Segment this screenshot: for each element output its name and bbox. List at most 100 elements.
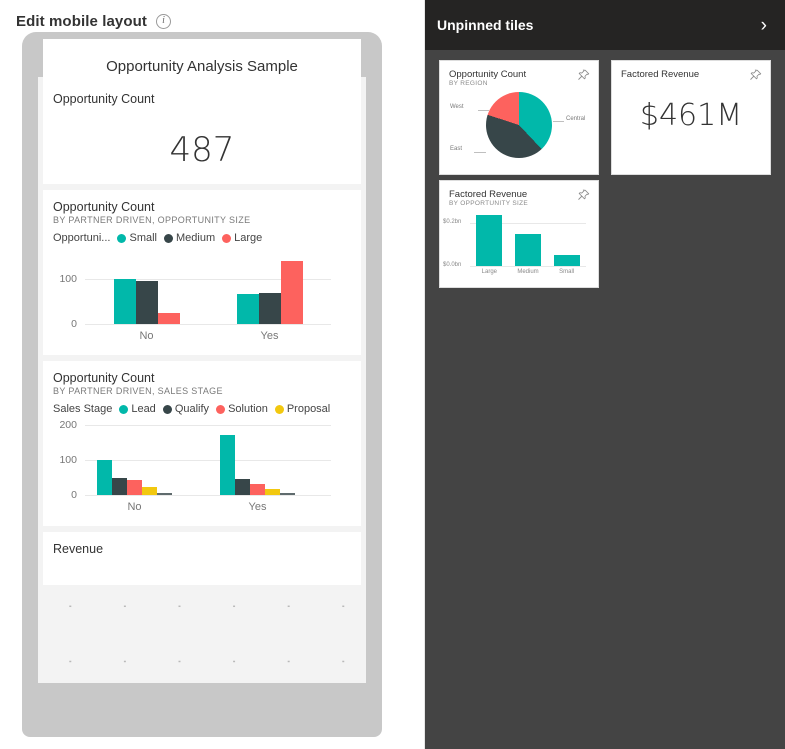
- tile-opportunity-count-by-size[interactable]: Opportunity Count BY PARTNER DRIVEN, OPP…: [43, 190, 361, 355]
- y-axis-tick-label: 100: [59, 273, 77, 286]
- tile-title: Opportunity Count: [53, 200, 155, 214]
- pie-chart-region: West Central East: [440, 88, 598, 174]
- x-axis-category-label: No: [139, 330, 154, 343]
- x-axis-category-label: Small: [559, 269, 575, 276]
- unpinned-tile-factored-revenue-by-size[interactable]: Factored Revenue BY OPPORTUNITY SIZE $0.…: [439, 180, 599, 288]
- panel-body: Opportunity Count BY REGION West Central…: [425, 50, 785, 288]
- chart-gridline: [85, 495, 331, 497]
- tile-title: Opportunity Count: [53, 92, 155, 106]
- editor-header: Edit mobile layout i: [0, 0, 424, 32]
- unpinned-tile-opportunity-count-by-region[interactable]: Opportunity Count BY REGION West Central…: [439, 60, 599, 175]
- unpinned-tile-title: Factored Revenue: [449, 189, 528, 200]
- legend-title: Sales Stage: [53, 403, 113, 416]
- phone-canvas[interactable]: Opportunity Analysis Sample Opportunity …: [38, 39, 366, 683]
- pie-label-east: East: [450, 146, 463, 153]
- bar-chart-opportunity-size: 0 100 No Yes: [43, 248, 343, 346]
- tile-subtitle: BY PARTNER DRIVEN, SALES STAGE: [53, 386, 223, 397]
- bar-proposal-yes[interactable]: [265, 489, 280, 496]
- legend-label: Solution: [228, 403, 268, 416]
- chart-legend: Opportuni... Small Medium Large: [43, 225, 361, 244]
- tile-opportunity-count-card[interactable]: Opportunity Count 487: [43, 82, 361, 184]
- chart-gridline: [470, 266, 586, 268]
- bar-chart-factored-revenue: $0.0bn $0.2bn Large Medium Small: [440, 208, 598, 280]
- legend-item-solution[interactable]: Solution: [216, 403, 268, 415]
- bar-medium-yes[interactable]: [258, 292, 281, 325]
- unpinned-tile-title: Factored Revenue: [621, 69, 700, 80]
- report-title-text: Opportunity Analysis Sample: [106, 58, 298, 75]
- bar-qualify-yes[interactable]: [235, 478, 250, 496]
- legend-swatch-qualify: [162, 404, 172, 414]
- y-axis-tick-label: $0.2bn: [443, 218, 462, 225]
- pie-leader-central: [553, 121, 564, 123]
- legend-swatch-small: [117, 233, 127, 243]
- unpinned-tile-header: Opportunity Count BY REGION: [440, 61, 598, 88]
- bar-lead-no[interactable]: [97, 460, 112, 496]
- pin-icon[interactable]: [749, 69, 762, 82]
- x-axis-category-label: Medium: [517, 269, 539, 276]
- legend-item-qualify[interactable]: Qualify: [162, 403, 209, 415]
- chart-gridline: [85, 425, 331, 427]
- legend-item-proposal[interactable]: Proposal: [274, 403, 331, 416]
- pie-slices: [486, 92, 552, 159]
- legend-label: Small: [129, 232, 157, 245]
- unpinned-tile-factored-revenue-card[interactable]: Factored Revenue $461M: [611, 60, 771, 175]
- y-axis-tick-label: 0: [71, 318, 77, 331]
- pie-label-central: Central: [566, 116, 586, 123]
- bar-medium[interactable]: [515, 233, 541, 267]
- tile-revenue[interactable]: Revenue: [43, 532, 361, 585]
- bar-large-yes[interactable]: [280, 260, 303, 325]
- panel-header: Unpinned tiles ›: [425, 0, 785, 50]
- legend-label: Large: [234, 232, 263, 245]
- y-axis-tick-label: 100: [59, 454, 77, 467]
- phone-frame: Opportunity Analysis Sample Opportunity …: [22, 32, 382, 737]
- bar-small-no[interactable]: [113, 278, 136, 325]
- bar-proposal-no[interactable]: [142, 487, 157, 496]
- unpinned-tiles-panel: Unpinned tiles › Opportunity Count BY RE…: [425, 0, 785, 749]
- bar-finalize-yes[interactable]: [280, 493, 295, 496]
- tile-opportunity-count-by-stage[interactable]: Opportunity Count BY PARTNER DRIVEN, SAL…: [43, 361, 361, 526]
- pin-icon[interactable]: [577, 69, 590, 82]
- y-axis-tick-label: 200: [59, 419, 77, 432]
- chevron-right-icon[interactable]: ›: [761, 16, 767, 35]
- bar-large[interactable]: [476, 215, 503, 267]
- info-icon[interactable]: i: [155, 13, 171, 29]
- legend-swatch-medium: [164, 233, 173, 243]
- legend-item-lead[interactable]: Lead: [119, 403, 156, 416]
- legend-title: Opportuni...: [53, 232, 111, 245]
- legend-swatch-lead: [119, 404, 129, 414]
- pie-label-west: West: [450, 104, 464, 111]
- mobile-layout-editor-page: Edit mobile layout i Opportunity Analysi…: [0, 0, 785, 749]
- bar-small[interactable]: [553, 255, 580, 267]
- x-axis-category-label: Yes: [248, 501, 267, 514]
- unpinned-tile-value: $461M: [639, 98, 743, 133]
- bar-lead-yes[interactable]: [220, 435, 235, 496]
- pie-leader-west: [478, 110, 489, 112]
- bar-solution-no[interactable]: [127, 480, 142, 496]
- pie-leader-east: [474, 152, 486, 154]
- pin-icon[interactable]: [577, 189, 590, 202]
- unpinned-tile-header: Factored Revenue: [612, 61, 770, 82]
- unpinned-tile-title: Opportunity Count: [449, 69, 527, 80]
- bar-chart-sales-stage: 0 100 200 No Yes: [43, 419, 343, 517]
- legend-item-medium[interactable]: Medium: [164, 232, 215, 244]
- x-axis-category-label: Yes: [260, 330, 279, 343]
- legend-swatch-solution: [216, 404, 226, 414]
- legend-item-small[interactable]: Small: [117, 232, 157, 244]
- legend-swatch-proposal: [274, 404, 284, 414]
- bar-large-no[interactable]: [157, 312, 180, 325]
- tile-subtitle: BY PARTNER DRIVEN, OPPORTUNITY SIZE: [53, 215, 251, 226]
- bar-medium-no[interactable]: [135, 281, 158, 325]
- legend-label: Proposal: [286, 403, 331, 416]
- unpinned-tile-subtitle: BY REGION: [449, 80, 488, 88]
- legend-item-large[interactable]: Large: [222, 232, 262, 244]
- legend-label: Lead: [131, 403, 156, 416]
- y-axis-tick-label: $0.0bn: [443, 262, 462, 269]
- bar-small-yes[interactable]: [236, 294, 259, 325]
- y-axis-tick-label: 0: [71, 489, 77, 502]
- tile-card-value: 487: [169, 130, 235, 171]
- bar-qualify-no[interactable]: [112, 477, 127, 496]
- bar-finalize-no[interactable]: [157, 493, 172, 496]
- editor-area: Edit mobile layout i Opportunity Analysi…: [0, 0, 425, 749]
- bar-solution-yes[interactable]: [250, 484, 265, 496]
- tile-title: Revenue: [53, 542, 104, 556]
